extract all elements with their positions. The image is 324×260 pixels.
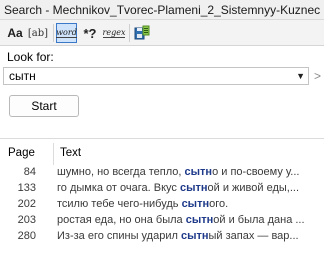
search-options-toolbar: Aa [ab] word *? regex [0, 20, 324, 46]
result-text-after: о и по-своему у... [212, 166, 300, 178]
result-text: шумно, но всегда тепло, сытно и по-своем… [57, 164, 319, 180]
table-row[interactable]: 133 го дымка от очага. Вкус сытной и жив… [0, 180, 324, 196]
whole-word-label: word [56, 28, 77, 38]
look-for-label: Look for: [7, 50, 54, 64]
result-page: 203 [17, 214, 36, 226]
result-text-after: ой и живой еды,... [207, 182, 300, 194]
wildcard-icon[interactable]: *? [80, 23, 100, 43]
column-header-page[interactable]: Page [8, 147, 35, 159]
result-page: 202 [17, 198, 36, 210]
save-results-icon[interactable] [132, 23, 152, 43]
result-text: ростая еда, но она была сытной и была да… [57, 212, 319, 228]
result-match: сытн [185, 214, 214, 226]
regex-label: regex [102, 28, 126, 38]
results-divider [0, 138, 324, 139]
table-row[interactable]: 280 Из-за его спины ударил сытный запах … [0, 228, 324, 244]
save-results-graphic [134, 25, 150, 40]
table-row[interactable]: 202 тсилю тебе чего-нибудь сытного. [0, 196, 324, 212]
column-header-text[interactable]: Text [60, 147, 81, 159]
result-match: сытн [184, 166, 213, 178]
result-page: 84 [23, 166, 36, 178]
whole-word-icon[interactable]: word [56, 23, 77, 43]
toolbar-separator [53, 24, 54, 42]
search-input-value: сытн [9, 69, 36, 83]
result-text-before: Из-за его спины ударил [57, 230, 181, 242]
match-case-icon[interactable]: Aa [5, 23, 25, 43]
start-button[interactable]: Start [9, 95, 79, 117]
result-page: 133 [17, 182, 36, 194]
result-page: 280 [17, 230, 36, 242]
column-header-separator[interactable] [53, 143, 54, 165]
window-title: Search - Mechnikov_Tvorec-Plameni_2_Sist… [0, 0, 324, 20]
whole-text-icon[interactable]: [ab] [26, 23, 50, 43]
result-text-after: ой и была дана ... [213, 214, 305, 226]
toolbar-separator [129, 24, 130, 42]
result-text: Из-за его спины ударил сытный запах — ва… [57, 228, 319, 244]
result-text: го дымка от очага. Вкус сытной и живой е… [57, 180, 319, 196]
result-text-after: ый запах — вар... [208, 230, 299, 242]
chevron-right-icon[interactable]: > [314, 69, 321, 83]
result-text-after: ого. [209, 198, 229, 210]
result-text-before: го дымка от очага. Вкус [57, 182, 180, 194]
result-text: тсилю тебе чего-нибудь сытного. [57, 196, 319, 212]
result-text-before: шумно, но всегда тепло, [57, 166, 185, 178]
result-text-before: тсилю тебе чего-нибудь [57, 198, 182, 210]
search-input[interactable]: сытн ▼ [3, 67, 309, 85]
result-match: сытн [179, 182, 208, 194]
table-row[interactable]: 203 ростая еда, но она была сытной и был… [0, 212, 324, 228]
table-row[interactable]: 84 шумно, но всегда тепло, сытно и по-св… [0, 164, 324, 180]
chevron-down-icon[interactable]: ▼ [296, 70, 305, 83]
result-text-before: ростая еда, но она была [57, 214, 186, 226]
result-match: сытн [181, 198, 210, 210]
regex-icon[interactable]: regex [102, 23, 126, 43]
result-match: сытн [180, 230, 209, 242]
